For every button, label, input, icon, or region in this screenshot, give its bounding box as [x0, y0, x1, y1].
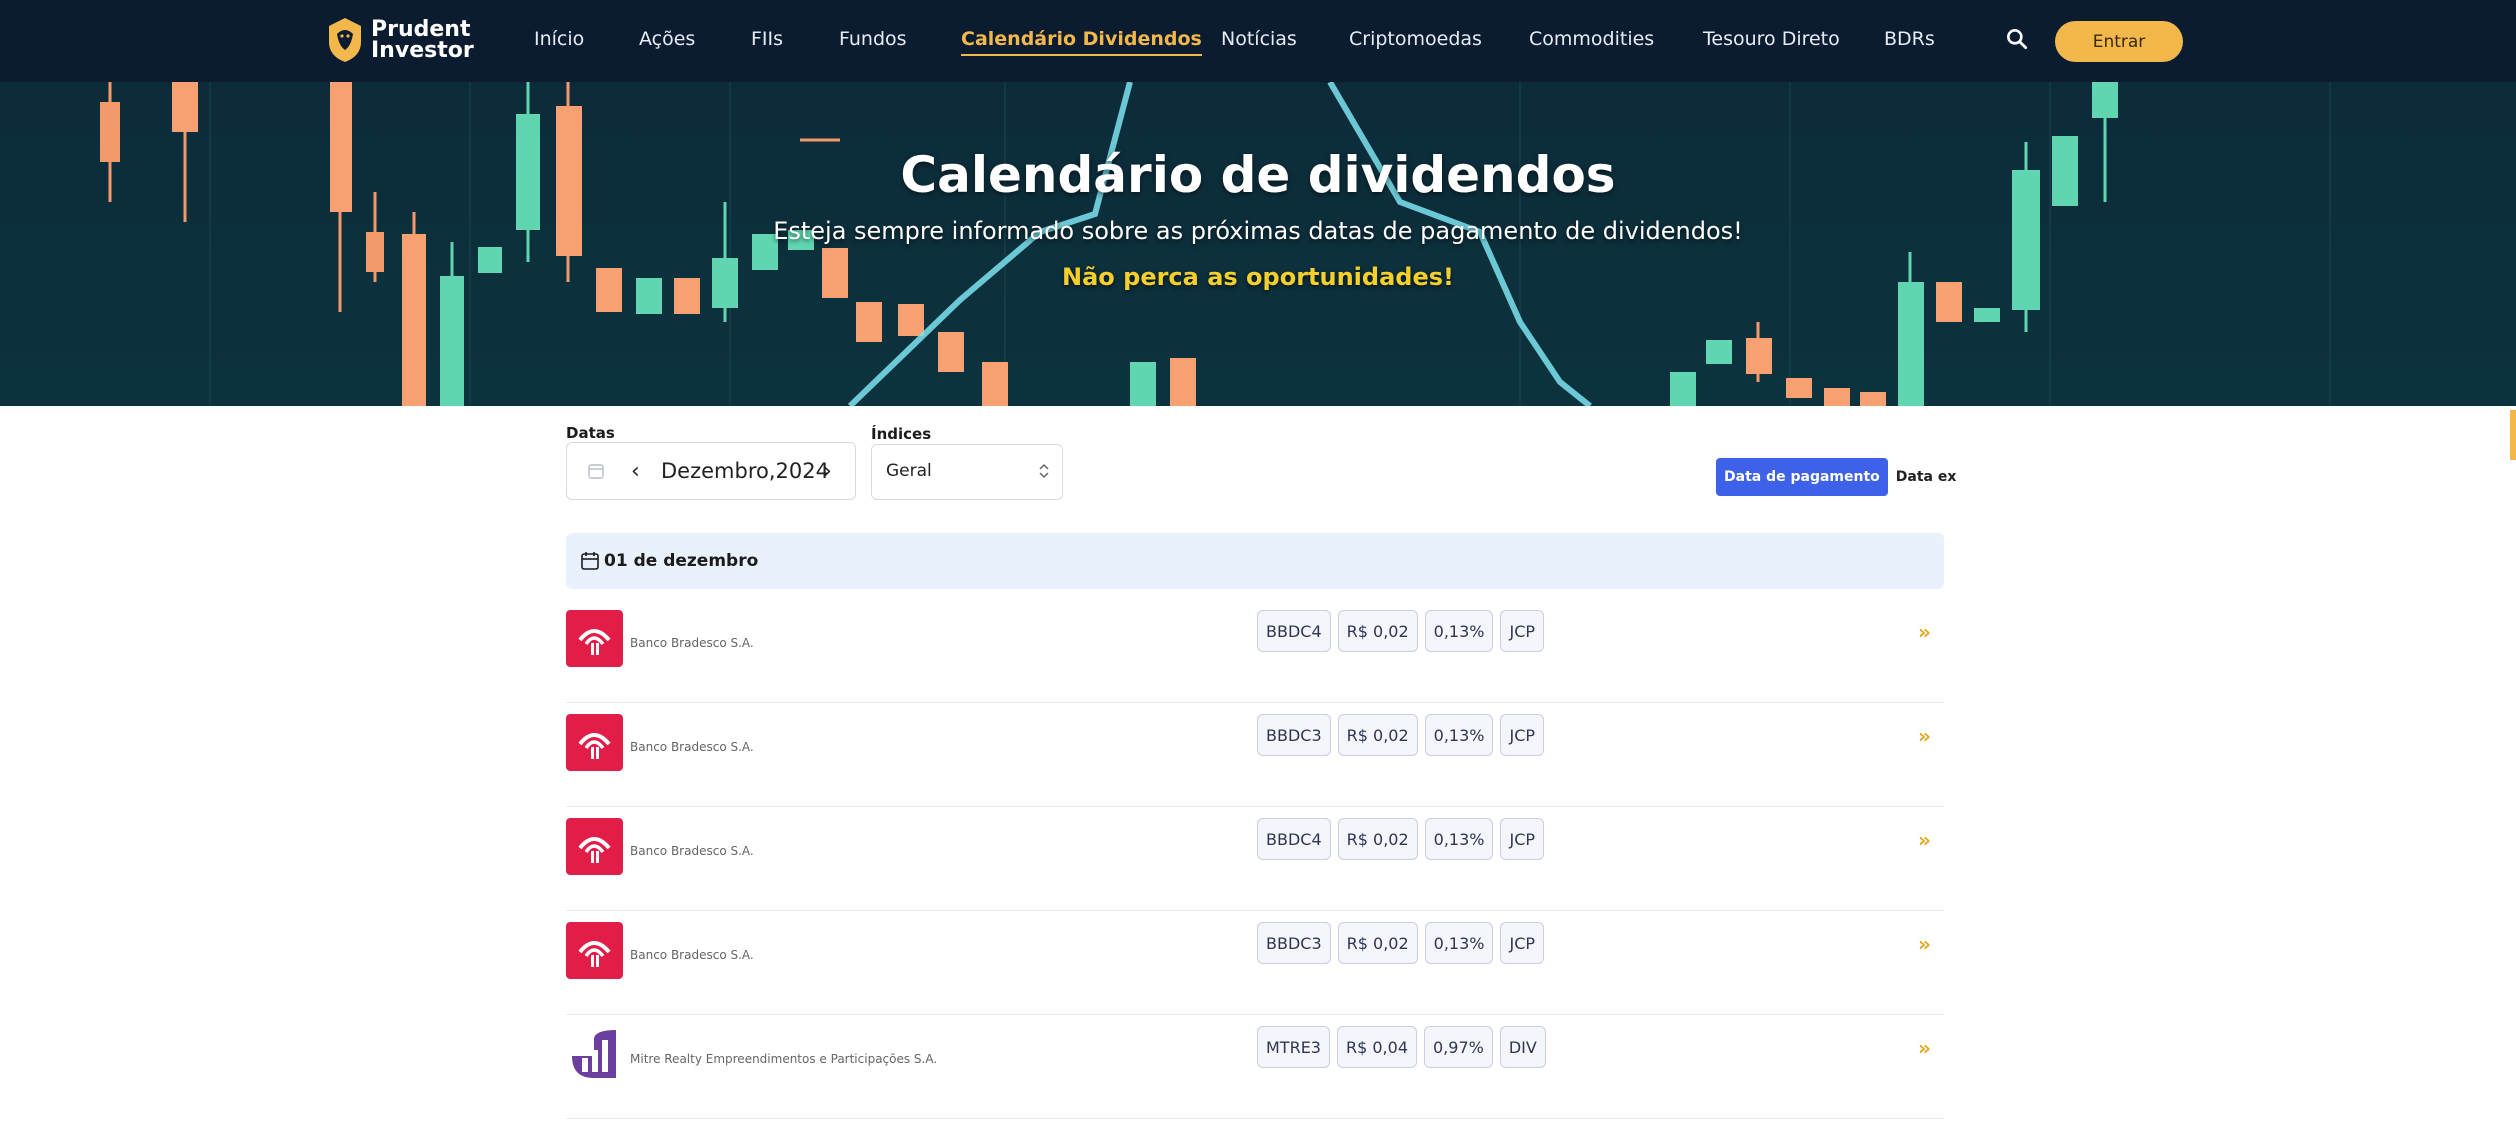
type-chip: JCP	[1500, 610, 1545, 652]
yield-chip: 0,13%	[1424, 610, 1494, 652]
type-chip: JCP	[1500, 922, 1545, 964]
company-name: Banco Bradesco S.A.	[630, 844, 754, 858]
nav-item-bdrs[interactable]: BDRs	[1884, 28, 1935, 50]
mitre-logo-icon	[566, 1026, 623, 1083]
double-chevron-right-icon[interactable]: »	[1918, 932, 1931, 956]
day-label: 01 de dezembro	[604, 551, 759, 571]
nav-item-acoes[interactable]: Ações	[639, 28, 695, 50]
value-chip: R$ 0,04	[1336, 1026, 1417, 1068]
calendar-icon	[588, 464, 604, 479]
nav-item-calendario-dividendos[interactable]: Calendário Dividendos	[961, 28, 1202, 56]
search-icon[interactable]	[2004, 26, 2030, 52]
type-chip: JCP	[1500, 714, 1545, 756]
nav-item-criptomoedas[interactable]: Criptomoedas	[1349, 28, 1482, 50]
site-logo[interactable]: Prudent Investor	[325, 16, 474, 64]
hero-cta-text: Não perca as oportunidades!	[1062, 263, 1454, 291]
nav-item-tesouro-direto[interactable]: Tesouro Direto	[1703, 28, 1840, 50]
dividend-row[interactable]: Mitre Realty Empreendimentos e Participa…	[566, 1014, 1944, 1119]
yield-chip: 0,13%	[1424, 818, 1494, 860]
ticker-chip: BBDC3	[1257, 922, 1331, 964]
hero-subtitle: Esteja sempre informado sobre as próxima…	[773, 217, 1743, 245]
company-name: Banco Bradesco S.A.	[630, 740, 754, 754]
nav-item-fundos[interactable]: Fundos	[839, 28, 907, 50]
top-navbar: Prudent Investor Início Ações FIIs Fundo…	[0, 0, 2516, 82]
nav-item-commodities[interactable]: Commodities	[1529, 28, 1654, 50]
nav-item-noticias[interactable]: Notícias	[1221, 28, 1297, 50]
dates-label: Datas	[566, 424, 615, 442]
toggle-data-pagamento[interactable]: Data de pagamento	[1716, 458, 1888, 496]
yield-chip: 0,97%	[1424, 1026, 1493, 1068]
logo-line1: Prudent	[371, 17, 471, 42]
dividend-row[interactable]: Banco Bradesco S.A. BBDC4 R$ 0,02 0,13% …	[566, 598, 1944, 703]
company-name: Banco Bradesco S.A.	[630, 636, 754, 650]
updown-chevron-icon	[1039, 463, 1049, 479]
month-value: Dezembro,2024	[661, 459, 829, 483]
page-scrollbar[interactable]	[2510, 410, 2516, 460]
hero-banner: Calendário de dividendos Esteja sempre i…	[0, 82, 2516, 406]
dividend-row[interactable]: Banco Bradesco S.A. BBDC3 R$ 0,02 0,13% …	[566, 910, 1944, 1015]
bradesco-logo-icon	[566, 714, 623, 771]
type-chip: JCP	[1500, 818, 1545, 860]
company-name: Mitre Realty Empreendimentos e Participa…	[630, 1052, 938, 1066]
yield-chip: 0,13%	[1424, 714, 1494, 756]
yield-chip: 0,13%	[1424, 922, 1494, 964]
index-value: Geral	[886, 461, 932, 481]
day-header: 01 de dezembro	[566, 533, 1944, 589]
bradesco-logo-icon	[566, 922, 623, 979]
nav-item-fiis[interactable]: FIIs	[751, 28, 783, 50]
company-name: Banco Bradesco S.A.	[630, 948, 754, 962]
value-chip: R$ 0,02	[1337, 922, 1418, 964]
dividend-row[interactable]: Banco Bradesco S.A. BBDC3 R$ 0,02 0,13% …	[566, 702, 1944, 807]
calendar-icon	[581, 552, 599, 570]
toggle-data-ex[interactable]: Data ex	[1887, 458, 1965, 496]
bradesco-logo-icon	[566, 610, 623, 667]
double-chevron-right-icon[interactable]: »	[1918, 724, 1931, 748]
double-chevron-right-icon[interactable]: »	[1918, 828, 1931, 852]
chevron-right-icon[interactable]: ›	[823, 459, 832, 484]
type-chip: DIV	[1499, 1026, 1546, 1068]
hero-title: Calendário de dividendos	[900, 146, 1616, 204]
index-label: Índices	[871, 425, 932, 443]
login-button[interactable]: Entrar	[2055, 21, 2183, 62]
date-type-toggle: Data de pagamento Data ex	[1716, 458, 1965, 496]
ticker-chip: MTRE3	[1257, 1026, 1330, 1068]
value-chip: R$ 0,02	[1337, 818, 1418, 860]
bradesco-logo-icon	[566, 818, 623, 875]
month-picker[interactable]: ‹ Dezembro,2024 ›	[566, 442, 856, 500]
lion-logo-icon	[329, 18, 361, 62]
dividend-row[interactable]: Banco Bradesco S.A. BBDC4 R$ 0,02 0,13% …	[566, 806, 1944, 911]
nav-item-inicio[interactable]: Início	[534, 28, 584, 50]
value-chip: R$ 0,02	[1337, 714, 1418, 756]
logo-line2: Investor	[371, 38, 474, 63]
ticker-chip: BBDC4	[1257, 818, 1331, 860]
double-chevron-right-icon[interactable]: »	[1918, 620, 1931, 644]
ticker-chip: BBDC3	[1257, 714, 1331, 756]
chevron-left-icon[interactable]: ‹	[631, 459, 640, 484]
ticker-chip: BBDC4	[1257, 610, 1331, 652]
double-chevron-right-icon[interactable]: »	[1918, 1036, 1931, 1060]
value-chip: R$ 0,02	[1337, 610, 1418, 652]
index-select[interactable]: Geral	[871, 444, 1063, 500]
